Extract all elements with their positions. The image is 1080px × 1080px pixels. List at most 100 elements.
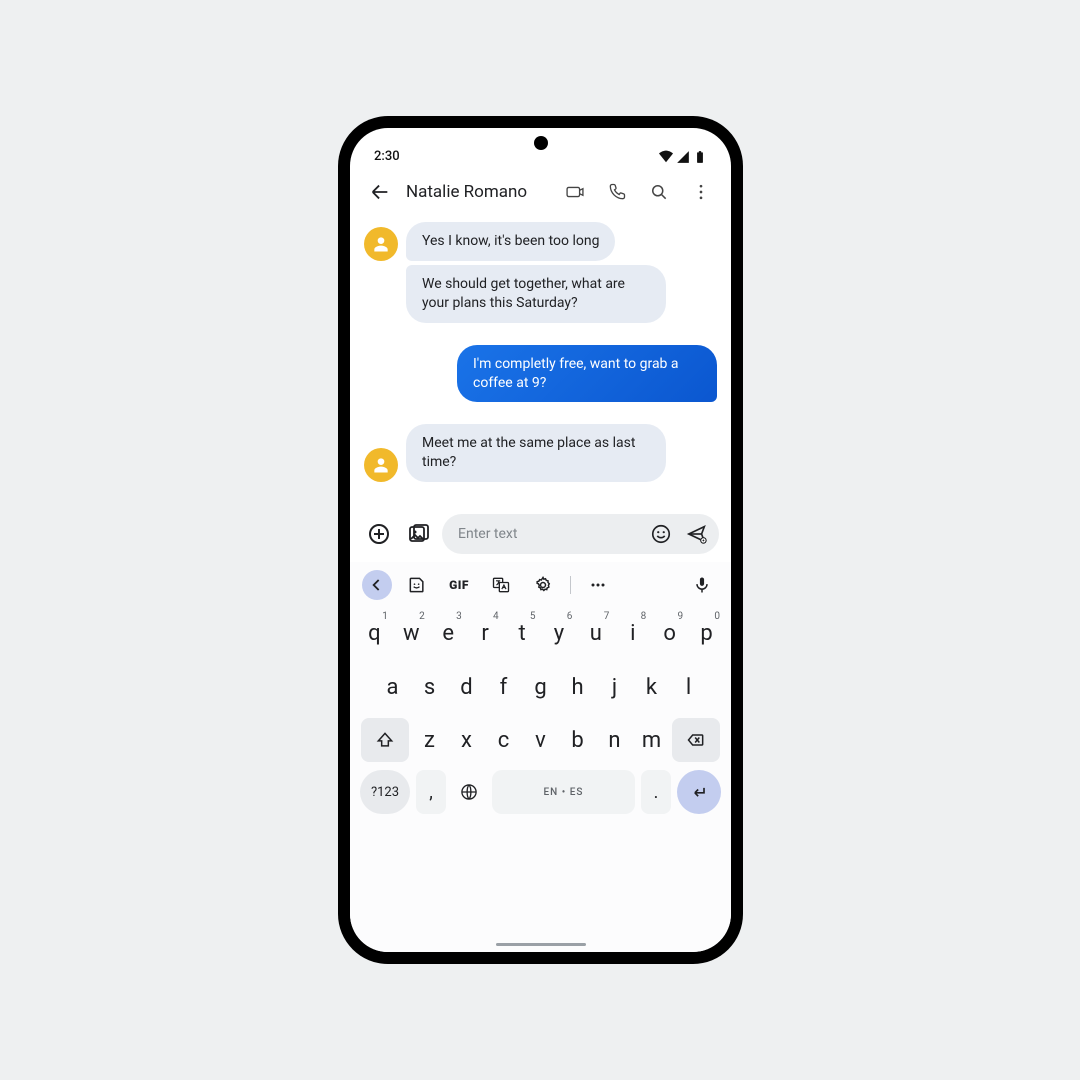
gif-label: GIF (449, 578, 469, 592)
more-keyboard-button[interactable] (581, 571, 615, 599)
wifi-icon (659, 150, 673, 164)
back-button[interactable] (362, 174, 398, 210)
key-q[interactable]: q1 (356, 608, 393, 658)
person-icon (371, 234, 391, 254)
key-u[interactable]: u7 (577, 608, 614, 658)
emoji-icon (650, 523, 672, 545)
status-time: 2:30 (374, 149, 400, 164)
key-a[interactable]: a (374, 662, 411, 712)
key-g[interactable]: g (522, 662, 559, 712)
key-x[interactable]: x (448, 716, 485, 764)
key-t[interactable]: t5 (504, 608, 541, 658)
message-row: We should get together, what are your pl… (364, 265, 717, 323)
message-bubble-out[interactable]: I'm completly free, want to grab a coffe… (457, 345, 717, 403)
status-icons (659, 150, 707, 164)
settings-button[interactable] (526, 571, 560, 599)
sticker-button[interactable] (400, 571, 434, 599)
keyboard-row-1: q1 w2 e3 r4 t5 y6 u7 i8 o9 p0 (354, 606, 727, 660)
backspace-key[interactable] (672, 718, 720, 762)
text-input[interactable]: Enter text (442, 514, 719, 554)
gallery-icon (407, 522, 431, 546)
divider (570, 576, 571, 594)
keyboard-collapse-button[interactable] (362, 570, 392, 600)
video-call-button[interactable] (557, 174, 593, 210)
plus-circle-icon (367, 522, 391, 546)
message-row: I'm completly free, want to grab a coffe… (364, 345, 717, 403)
keyboard-row-3: z x c v b n m (354, 714, 727, 766)
period-key[interactable]: . (641, 770, 671, 814)
comma-key[interactable]: , (416, 770, 446, 814)
keyboard-bottom-row: ?123 , EN • ES . (354, 766, 727, 814)
key-c[interactable]: c (485, 716, 522, 764)
message-bubble-in[interactable]: Meet me at the same place as last time? (406, 424, 666, 482)
globe-icon (459, 782, 479, 802)
more-horiz-icon (588, 575, 608, 595)
voice-input-button[interactable] (685, 571, 719, 599)
phone-frame: 2:30 Natalie Romano (338, 116, 743, 964)
key-m[interactable]: m (633, 716, 670, 764)
key-n[interactable]: n (596, 716, 633, 764)
backspace-icon (686, 730, 706, 750)
avatar[interactable] (364, 448, 398, 482)
keyboard-row-2: a s d f g h j k l (354, 660, 727, 714)
key-p[interactable]: p0 (688, 608, 725, 658)
battery-icon (693, 150, 707, 164)
key-z[interactable]: z (411, 716, 448, 764)
emoji-button[interactable] (645, 518, 677, 550)
key-j[interactable]: j (596, 662, 633, 712)
search-button[interactable] (641, 174, 677, 210)
key-v[interactable]: v (522, 716, 559, 764)
nav-handle[interactable] (496, 943, 586, 946)
messages-list[interactable]: Yes I know, it's been too long We should… (350, 218, 731, 512)
key-o[interactable]: o9 (651, 608, 688, 658)
shift-key[interactable] (361, 718, 409, 762)
space-key[interactable]: EN • ES (492, 770, 635, 814)
message-bubble-in[interactable]: Yes I know, it's been too long (406, 222, 615, 261)
key-y[interactable]: y6 (541, 608, 578, 658)
key-r[interactable]: r4 (467, 608, 504, 658)
add-button[interactable] (362, 517, 396, 551)
key-k[interactable]: k (633, 662, 670, 712)
enter-icon (689, 782, 709, 802)
enter-key[interactable] (677, 770, 721, 814)
message-row: Yes I know, it's been too long (364, 222, 717, 261)
sticker-icon (407, 575, 427, 595)
phone-icon (607, 182, 627, 202)
key-d[interactable]: d (448, 662, 485, 712)
composer: Enter text (350, 512, 731, 562)
translate-icon (491, 575, 511, 595)
key-e[interactable]: e3 (430, 608, 467, 658)
app-bar: Natalie Romano (350, 166, 731, 218)
gear-icon (533, 575, 553, 595)
key-b[interactable]: b (559, 716, 596, 764)
front-camera (534, 136, 548, 150)
key-s[interactable]: s (411, 662, 448, 712)
more-options-button[interactable] (683, 174, 719, 210)
send-button[interactable] (681, 518, 713, 550)
call-button[interactable] (599, 174, 635, 210)
search-icon (649, 182, 669, 202)
key-h[interactable]: h (559, 662, 596, 712)
symbols-key[interactable]: ?123 (360, 770, 410, 814)
key-f[interactable]: f (485, 662, 522, 712)
contact-name[interactable]: Natalie Romano (406, 182, 527, 202)
mic-icon (692, 575, 712, 595)
message-row: Meet me at the same place as last time? (364, 424, 717, 482)
arrow-back-icon (369, 181, 391, 203)
more-vert-icon (691, 182, 711, 202)
keyboard: GIF q1 w2 e (350, 562, 731, 952)
screen: 2:30 Natalie Romano (350, 128, 731, 952)
avatar[interactable] (364, 227, 398, 261)
chevron-left-icon (367, 575, 387, 595)
signal-icon (676, 150, 690, 164)
person-icon (371, 455, 391, 475)
language-key[interactable] (452, 770, 486, 814)
key-w[interactable]: w2 (393, 608, 430, 658)
key-l[interactable]: l (670, 662, 707, 712)
gallery-button[interactable] (402, 517, 436, 551)
key-i[interactable]: i8 (614, 608, 651, 658)
gif-button[interactable]: GIF (442, 571, 476, 599)
message-bubble-in[interactable]: We should get together, what are your pl… (406, 265, 666, 323)
send-icon (686, 523, 708, 545)
translate-button[interactable] (484, 571, 518, 599)
